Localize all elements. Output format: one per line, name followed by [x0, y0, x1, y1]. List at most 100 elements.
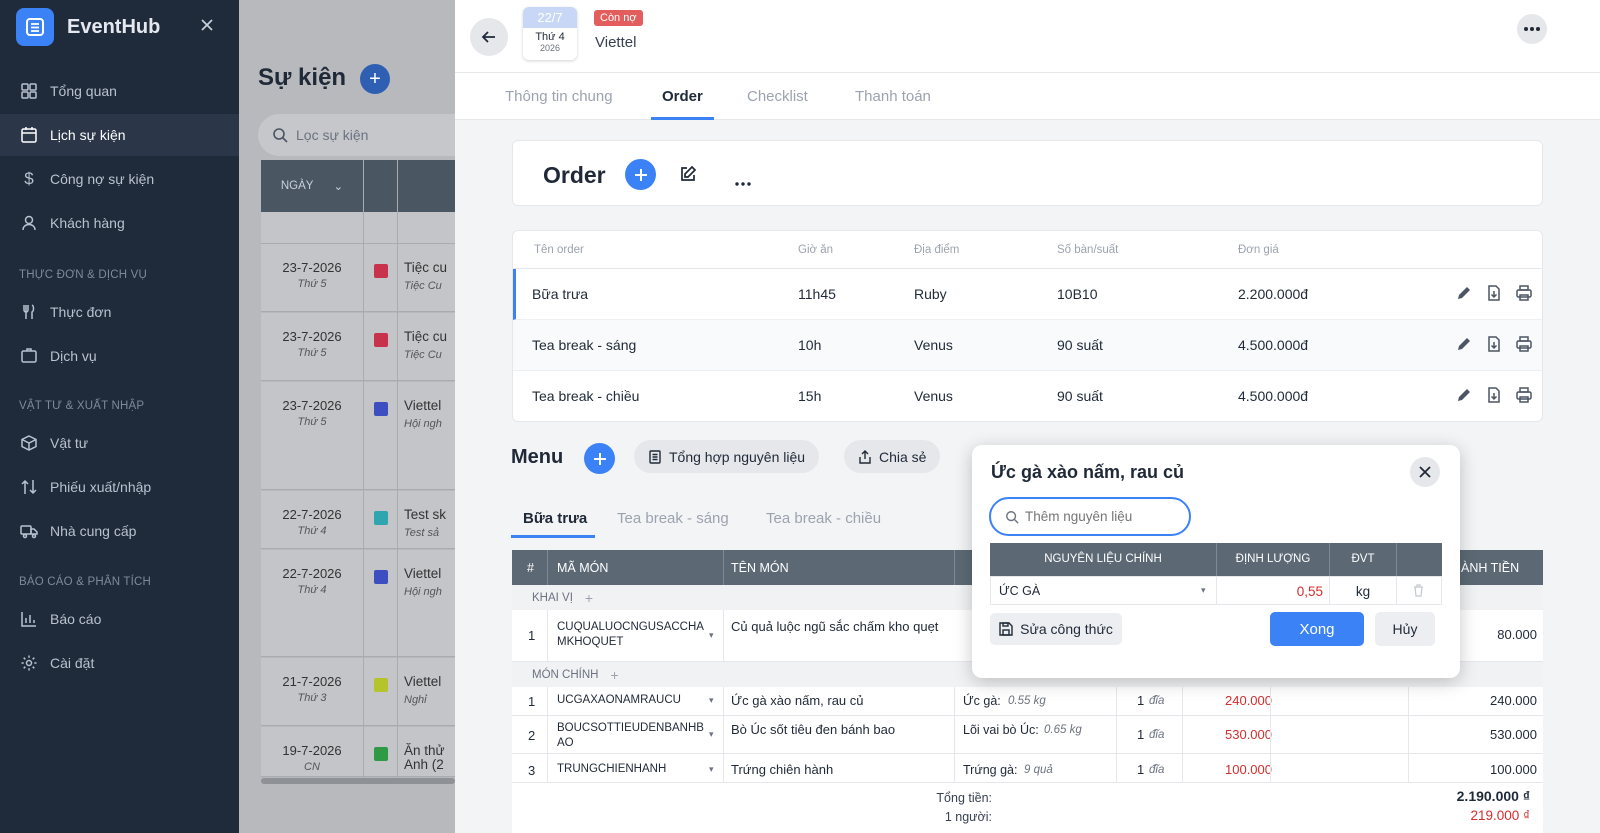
table-row[interactable]: 22-7-2026 Thứ 4 Viettel Hội ngh	[261, 550, 455, 657]
column-header: Tên order	[534, 244, 584, 256]
done-button[interactable]: Xong	[1270, 612, 1364, 646]
sidebar-item-reports[interactable]: Báo cáo	[0, 598, 239, 640]
table-row[interactable]: 3 TRUNGCHIENHANH ▾ Trứng chiên hành Trứn…	[512, 754, 1543, 783]
table-row[interactable]: 21-7-2026 Thứ 3 Viettel Nghỉ	[261, 658, 455, 726]
sidebar-item-suppliers[interactable]: Nhà cung cấp	[0, 510, 239, 552]
dish-code: UCGAXAONAMRAUCU	[557, 694, 681, 706]
trash-icon[interactable]	[1413, 584, 1424, 600]
sidebar-item-settings[interactable]: Cài đặt	[0, 642, 239, 684]
save-icon	[999, 622, 1013, 636]
more-options-button[interactable]	[1517, 14, 1547, 44]
popup-close-button[interactable]	[1410, 457, 1440, 487]
table-row[interactable]: 23-7-2026 Thứ 5 Tiệc cu Tiệc Cu	[261, 313, 455, 381]
sidebar-item-transfers[interactable]: Phiếu xuất/nhập	[0, 466, 239, 508]
search-placeholder: Lọc sự kiện	[296, 127, 369, 143]
pencil-icon[interactable]	[1456, 336, 1472, 352]
event-date: 23-7-2026	[282, 260, 342, 275]
client-name: Viettel	[595, 34, 637, 51]
menu-tab-afternoon-break[interactable]: Tea break - chiều	[766, 510, 881, 527]
section-title-reports: BÁO CÁO & PHÂN TÍCH	[19, 576, 152, 588]
tab-general-info[interactable]: Thông tin chung	[505, 88, 613, 105]
printer-icon[interactable]	[1516, 285, 1532, 301]
sidebar-close-icon[interactable]	[196, 14, 218, 36]
event-title: Test sk	[404, 507, 447, 522]
document-icon[interactable]	[1486, 387, 1502, 403]
chevron-down-icon[interactable]: ▾	[709, 764, 714, 775]
dish-num: 1	[528, 694, 536, 709]
edit-recipe-button[interactable]: Sửa công thức	[990, 613, 1122, 645]
event-color-swatch	[374, 511, 388, 525]
table-row[interactable]: Tea break - chiều 15h Venus 90 suất 4.50…	[513, 371, 1542, 421]
printer-icon[interactable]	[1516, 387, 1532, 403]
chevron-down-icon[interactable]: ▾	[709, 630, 714, 641]
table-row[interactable]: 23-7-2026 Thứ 5 Tiệc cu Tiệc Cu	[261, 244, 455, 312]
share-button[interactable]: Chia sẻ	[844, 440, 941, 473]
button-label: Tổng hợp nguyên liệu	[669, 448, 806, 465]
sidebar-item-services[interactable]: Dịch vụ	[0, 335, 239, 377]
tab-order[interactable]: Order	[662, 88, 703, 105]
ingredients-table-header: NGUYÊN LIỆU CHÍNH ĐỊNH LƯỢNG ĐVT	[990, 543, 1442, 576]
cancel-button[interactable]: Hủy	[1375, 612, 1435, 646]
table-row[interactable]: 2 BOUCSOTTIEUDENBANHBAO ▾ Bò Úc sốt tiêu…	[512, 716, 1543, 754]
sidebar-item-customers[interactable]: Khách hàng	[0, 202, 239, 244]
chevron-down-icon[interactable]: ▾	[709, 729, 714, 740]
chevron-down-icon[interactable]: ▾	[1201, 585, 1206, 596]
event-subtitle: Hội ngh	[404, 418, 442, 430]
date-column-header[interactable]: NGÀY ⌄	[261, 160, 363, 212]
printer-icon[interactable]	[1516, 336, 1532, 352]
column-header: Đơn giá	[1238, 244, 1279, 256]
event-color-swatch	[374, 570, 388, 584]
app-name: EventHub	[67, 15, 161, 38]
pencil-icon[interactable]	[1456, 387, 1472, 403]
table-row[interactable]: 23-7-2026 Thứ 5 Viettel Hội ngh	[261, 382, 455, 490]
event-title: Tiệc cu	[404, 260, 448, 275]
edit-order-button[interactable]	[679, 165, 697, 188]
sidebar-item-overview[interactable]: Tổng quan	[0, 70, 239, 112]
sidebar-item-debt[interactable]: $ Công nợ sự kiện	[0, 158, 239, 200]
add-menu-button[interactable]	[584, 443, 615, 474]
add-event-button[interactable]: +	[360, 64, 390, 94]
horizontal-scrollbar[interactable]	[261, 778, 455, 784]
sidebar-item-supplies[interactable]: Vật tư	[0, 422, 239, 464]
add-dish-plus-icon[interactable]: +	[610, 667, 618, 683]
table-row[interactable]: 19-7-2026 CN Ăn thử Anh (2	[261, 727, 455, 777]
dish-total: 100.000	[1490, 762, 1537, 777]
menu-title: Menu	[511, 446, 564, 468]
order-name: Tea break - sáng	[532, 337, 637, 353]
sidebar-item-label: Tổng quan	[50, 83, 117, 99]
table-row[interactable]: 1 UCGAXAONAMRAUCU ▾ Ức gà xào nấm, rau c…	[512, 687, 1543, 716]
table-row[interactable]: ỨC GÀ ▾ 0,55 kg	[990, 576, 1442, 605]
sidebar-item-calendar[interactable]: Lịch sự kiện	[0, 114, 239, 156]
more-horizontal-icon	[1524, 27, 1540, 31]
orders-table: Tên order Giờ ăn Địa điểm Số bàn/suất Đơ…	[512, 230, 1543, 422]
menu-tab-morning-break[interactable]: Tea break - sáng	[617, 510, 729, 527]
menu-tab-lunch[interactable]: Bữa trưa	[523, 510, 587, 527]
table-row[interactable]: 22-7-2026 Thứ 4 Test sk Test sả	[261, 491, 455, 549]
sidebar-item-menus[interactable]: Thực đơn	[0, 291, 239, 333]
event-search-input[interactable]: Lọc sự kiện	[258, 114, 455, 156]
tab-checklist[interactable]: Checklist	[747, 88, 808, 105]
table-row[interactable]: Tea break - sáng 10h Venus 90 suất 4.500…	[513, 320, 1542, 371]
ingredient-select[interactable]: ỨC GÀ	[999, 584, 1040, 598]
tab-payment[interactable]: Thanh toán	[855, 88, 931, 105]
ingredients-table: NGUYÊN LIỆU CHÍNH ĐỊNH LƯỢNG ĐVT ỨC GÀ ▾…	[990, 543, 1442, 605]
add-order-button[interactable]	[625, 159, 656, 190]
more-horizontal-icon	[735, 182, 751, 186]
document-icon[interactable]	[1486, 336, 1502, 352]
chevron-down-icon[interactable]: ▾	[709, 695, 714, 706]
order-place: Venus	[914, 388, 953, 404]
ingredient-amount-input[interactable]: 0,55	[1223, 584, 1323, 599]
order-more-button[interactable]	[735, 173, 751, 191]
event-subtitle: Tiệc Cu	[404, 349, 442, 361]
back-button[interactable]	[470, 18, 508, 56]
table-row[interactable]: Bữa trưa 11h45 Ruby 10B10 2.200.000đ	[513, 269, 1542, 320]
column-header: #	[527, 561, 534, 575]
document-icon[interactable]	[1486, 285, 1502, 301]
sidebar-item-label: Vật tư	[50, 435, 89, 451]
chart-icon	[19, 609, 39, 629]
pencil-icon[interactable]	[1456, 285, 1472, 301]
ingredient-summary-button[interactable]: Tổng hợp nguyên liệu	[634, 440, 820, 473]
add-dish-plus-icon[interactable]: +	[585, 590, 593, 606]
ingredient-search-input[interactable]	[1025, 509, 1175, 524]
dish-qty-unit: đĩa	[1149, 764, 1165, 776]
